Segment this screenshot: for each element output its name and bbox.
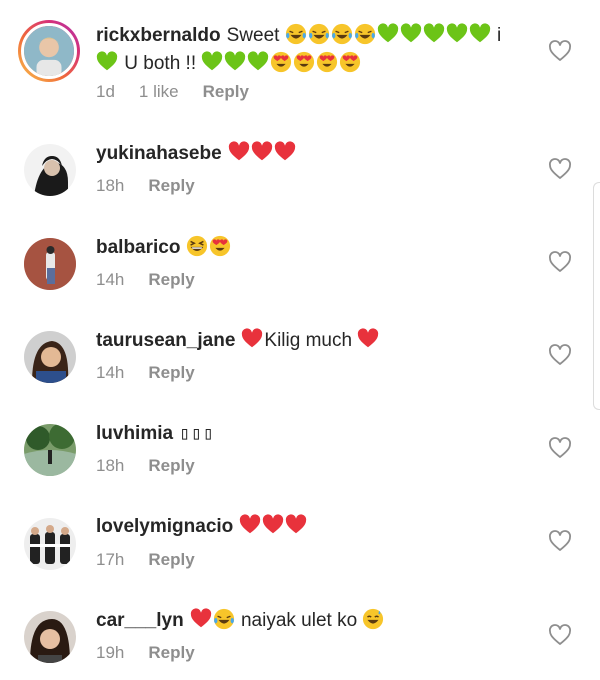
comment-text: rickxbernaldo Sweet i U both !!: [96, 22, 540, 78]
timestamp: 1d: [96, 82, 115, 101]
crying-laughing-emoji: [308, 23, 330, 45]
red-heart-emoji: [274, 141, 296, 163]
green-heart-emoji: [201, 51, 223, 73]
username[interactable]: balbarico: [96, 237, 180, 258]
comment-meta: 18h Reply: [96, 176, 219, 196]
green-heart-emoji: [96, 51, 118, 73]
green-heart-emoji: [377, 23, 399, 45]
heart-outline-icon[interactable]: [548, 251, 572, 273]
red-heart-emoji: [285, 514, 307, 536]
comment-meta: 18h Reply: [96, 456, 219, 476]
green-heart-emoji: [446, 23, 468, 45]
red-heart-emoji: [190, 608, 212, 630]
red-heart-emoji: [262, 514, 284, 536]
crying-laughing-emoji: [213, 608, 235, 630]
comment-text: car___lyn naiyak ulet ko: [96, 607, 540, 635]
avatar[interactable]: [24, 611, 76, 663]
crying-laughing-emoji: [285, 23, 307, 45]
timestamp: 18h: [96, 176, 125, 195]
username[interactable]: yukinahasebe: [96, 143, 222, 164]
username[interactable]: lovelymignacio: [96, 516, 233, 537]
red-heart-emoji: [241, 328, 263, 350]
heart-outline-icon[interactable]: [548, 40, 572, 62]
avatar[interactable]: [24, 424, 76, 476]
red-heart-emoji: [239, 514, 261, 536]
comment-meta: 14h Reply: [96, 363, 219, 383]
avatar[interactable]: [24, 518, 76, 570]
likes-count[interactable]: 1 like: [139, 82, 179, 101]
username[interactable]: car___lyn: [96, 610, 184, 631]
comment-word: Sweet: [226, 25, 280, 46]
heart-eyes-emoji: [316, 51, 338, 73]
avatar[interactable]: [24, 144, 76, 196]
heart-outline-icon[interactable]: [548, 158, 572, 180]
comment-meta: 19h Reply: [96, 643, 219, 663]
crying-laughing-emoji: [331, 23, 353, 45]
green-heart-emoji: [469, 23, 491, 45]
crying-laughing-emoji: [354, 23, 376, 45]
username[interactable]: taurusean_jane: [96, 330, 235, 351]
comment-text: lovelymignacio: [96, 513, 540, 541]
comment-meta: 17h Reply: [96, 550, 219, 570]
avatar[interactable]: [24, 331, 76, 383]
avatar[interactable]: [24, 238, 76, 290]
heart-outline-icon[interactable]: [548, 437, 572, 459]
comment-word: Kilig much: [264, 330, 353, 351]
comment-word: naiyak ulet ko: [240, 610, 358, 631]
timestamp: 14h: [96, 363, 125, 382]
timestamp: 14h: [96, 270, 125, 289]
timestamp: 19h: [96, 643, 125, 662]
scrollbar[interactable]: [593, 182, 600, 410]
reply-button[interactable]: Reply: [148, 643, 194, 662]
green-heart-emoji: [423, 23, 445, 45]
comment-text: yukinahasebe: [96, 140, 540, 168]
red-heart-emoji: [357, 328, 379, 350]
green-heart-emoji: [247, 51, 269, 73]
heart-outline-icon[interactable]: [548, 344, 572, 366]
comment-word: i: [496, 25, 502, 46]
comment-word: U both !!: [124, 53, 197, 74]
avatar[interactable]: [18, 20, 80, 82]
heart-eyes-emoji: [209, 235, 231, 257]
reply-button[interactable]: Reply: [148, 363, 194, 382]
emoji-group: [285, 25, 497, 46]
comment-text: taurusean_jane Kilig much: [96, 327, 540, 355]
comment-meta: 1d 1 like Reply: [96, 82, 273, 102]
missing-glyph-text: ▯▯▯: [179, 423, 215, 444]
comment-text: luvhimia ▯▯▯: [96, 420, 540, 448]
timestamp: 17h: [96, 550, 125, 569]
heart-eyes-emoji: [339, 51, 361, 73]
reply-button[interactable]: Reply: [203, 82, 249, 101]
username[interactable]: luvhimia: [96, 423, 173, 444]
red-heart-emoji: [228, 141, 250, 163]
reply-button[interactable]: Reply: [148, 270, 194, 289]
heart-outline-icon[interactable]: [548, 624, 572, 646]
comment-text: balbarico: [96, 234, 540, 262]
username[interactable]: rickxbernaldo: [96, 25, 221, 46]
green-heart-emoji: [400, 23, 422, 45]
timestamp: 18h: [96, 456, 125, 475]
red-heart-emoji: [251, 141, 273, 163]
reply-button[interactable]: Reply: [148, 550, 194, 569]
heart-eyes-emoji: [293, 51, 315, 73]
heart-outline-icon[interactable]: [548, 530, 572, 552]
reply-button[interactable]: Reply: [148, 176, 194, 195]
heart-eyes-emoji: [270, 51, 292, 73]
reply-button[interactable]: Reply: [148, 456, 194, 475]
grinning-squint-emoji: [186, 235, 208, 257]
green-heart-emoji: [224, 51, 246, 73]
sweat-smile-emoji: [362, 608, 384, 630]
comment-meta: 14h Reply: [96, 270, 219, 290]
